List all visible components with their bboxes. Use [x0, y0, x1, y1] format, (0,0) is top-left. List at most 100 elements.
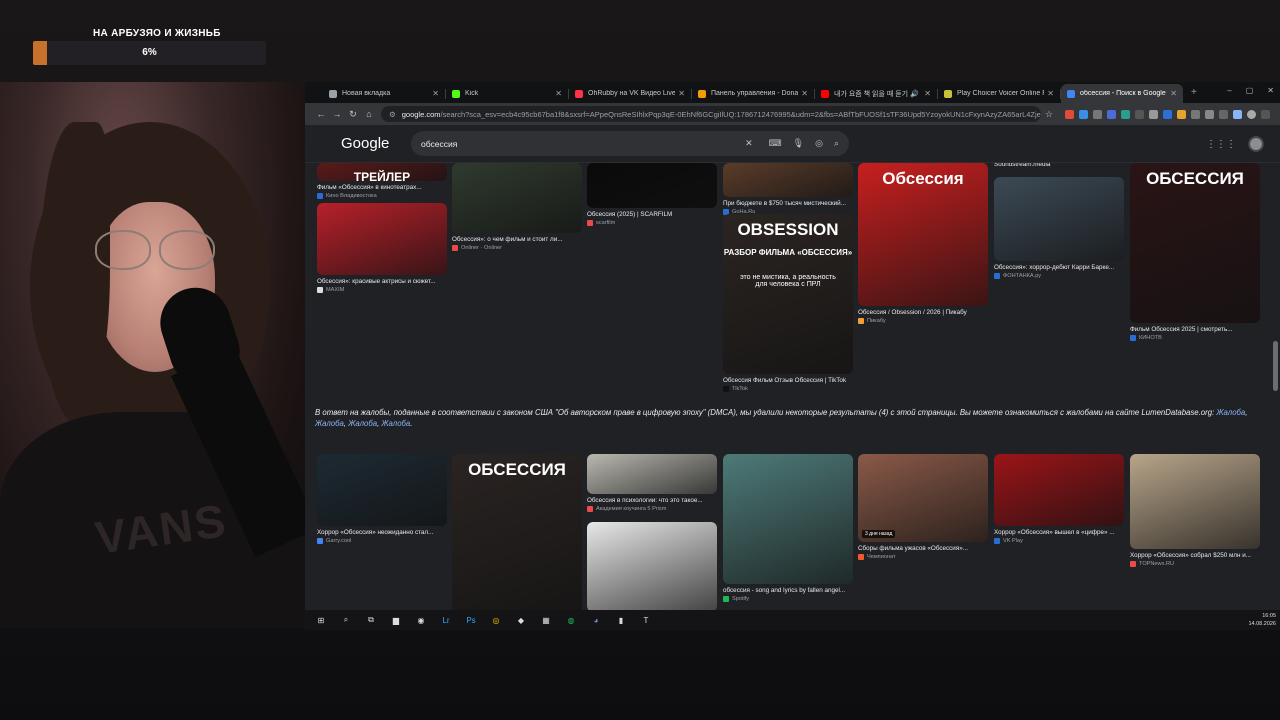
- profile-icon[interactable]: [1247, 109, 1256, 119]
- result-source[interactable]: Garry.cool: [317, 538, 447, 544]
- extension-icon[interactable]: [1163, 109, 1172, 119]
- address-bar[interactable]: ⚙ google.com/search?sca_esv=ecb4c95cb67b…: [381, 106, 1041, 122]
- result-thumbnail[interactable]: [587, 522, 717, 610]
- result-source[interactable]: TikTok: [723, 386, 853, 392]
- maximize-button[interactable]: ▢: [1246, 86, 1254, 95]
- close-tab-icon[interactable]: ✕: [432, 89, 439, 98]
- result-thumbnail[interactable]: [452, 163, 582, 233]
- result-thumbnail[interactable]: [994, 454, 1124, 526]
- mic-icon[interactable]: 🎙: [793, 138, 804, 149]
- site-info-icon[interactable]: ⚙: [389, 110, 396, 119]
- image-result-card[interactable]: 3 дня назад Сборы фильма ужасов «Обсессия…: [858, 454, 988, 560]
- browser-tab[interactable]: 내가 요즘 책 읽을 때 듣기 🔊 ✕: [815, 84, 937, 103]
- result-thumbnail[interactable]: ОБСЕССИЯ: [452, 454, 582, 610]
- result-thumbnail[interactable]: Обсессия: [858, 163, 988, 306]
- reload-icon[interactable]: ↻: [345, 109, 361, 120]
- extension-icon[interactable]: [1149, 109, 1158, 119]
- result-thumbnail[interactable]: ТРЕЙЛЕР: [317, 163, 447, 181]
- obs-icon[interactable]: ◉: [412, 611, 430, 629]
- image-result-card[interactable]: [587, 522, 717, 610]
- t-app-icon[interactable]: T: [637, 611, 655, 629]
- result-caption[interactable]: Обсессия»: красивые актрисы и сюжет...: [317, 278, 447, 285]
- result-caption[interactable]: Обсессия (2025) | SCARFILM: [587, 211, 717, 218]
- image-result-card[interactable]: Обсессия в психологии: что это такое... А…: [587, 454, 717, 512]
- result-source[interactable]: Пикабу: [858, 318, 988, 324]
- result-thumbnail[interactable]: 3 дня назад: [858, 454, 988, 542]
- extension-icon[interactable]: [1065, 109, 1074, 119]
- result-caption[interactable]: Фильм «Обсессия» в кинотеатрах...: [317, 184, 447, 191]
- search-icon[interactable]: ⌕: [834, 138, 839, 149]
- explorer-icon[interactable]: ▆: [387, 611, 405, 629]
- result-caption[interactable]: Хоррор «Обсессия» вышел в «цифре» ...: [994, 529, 1124, 536]
- chrome-icon[interactable]: ◎: [487, 611, 505, 629]
- close-tab-icon[interactable]: ✕: [678, 89, 685, 98]
- result-caption[interactable]: Фильм Обсессия 2025 | смотреть...: [1130, 326, 1260, 333]
- browser-tab[interactable]: Kick ✕: [446, 84, 568, 103]
- close-window-button[interactable]: ✕: [1267, 86, 1274, 95]
- result-caption[interactable]: обсессия - song and lyrics by fallen ang…: [723, 587, 853, 594]
- image-result-card[interactable]: обсессия - song and lyrics by fallen ang…: [723, 454, 853, 602]
- result-caption[interactable]: Обсессия / Obsession / 2026 | Пикабу: [858, 309, 988, 316]
- image-result-card[interactable]: Soundstream.media: [994, 163, 1124, 168]
- close-tab-icon[interactable]: ✕: [924, 89, 931, 98]
- result-caption[interactable]: Хоррор «Обсессия» неожиданно стал...: [317, 529, 447, 536]
- image-result-card[interactable]: Обсессия»: о чем фильм и стоит ли... Onli…: [452, 163, 582, 251]
- puzzle-icon[interactable]: [1205, 109, 1214, 119]
- extension-icon[interactable]: [1219, 109, 1228, 119]
- search-query[interactable]: обсессия: [421, 139, 734, 149]
- task-view-icon[interactable]: ⧉: [362, 611, 380, 629]
- image-result-card[interactable]: Обсессия»: хоррор-дебют Карри Барке... ФО…: [994, 177, 1124, 279]
- result-caption[interactable]: Обсессия в психологии: что это такое...: [587, 497, 717, 504]
- result-thumbnail[interactable]: [723, 454, 853, 584]
- stats-icon[interactable]: ▮: [612, 611, 630, 629]
- page-scrollbar[interactable]: [1272, 163, 1279, 610]
- menu-kebab-icon[interactable]: [1261, 109, 1270, 119]
- result-thumbnail[interactable]: [317, 454, 447, 526]
- keyboard-icon[interactable]: ⌨: [769, 138, 782, 149]
- windows-icon[interactable]: ⊞: [312, 611, 330, 629]
- extension-icon[interactable]: [1079, 109, 1088, 119]
- extension-icon[interactable]: [1121, 109, 1130, 119]
- lightroom-icon[interactable]: Lr: [437, 611, 455, 629]
- result-source[interactable]: ФОНТАНКА.ру: [994, 273, 1124, 279]
- image-result-card[interactable]: Хоррор «Обсессия» вышел в «цифре» ... VK …: [994, 454, 1124, 544]
- new-tab-button[interactable]: +: [1183, 87, 1205, 98]
- dmca-link[interactable]: Жалоба: [348, 419, 377, 428]
- result-thumbnail[interactable]: [587, 454, 717, 494]
- result-caption[interactable]: Хоррор «Обсессия» собрал $250 млн и...: [1130, 552, 1260, 559]
- extension-icon[interactable]: [1177, 109, 1186, 119]
- extension-icon[interactable]: [1107, 109, 1116, 119]
- result-thumbnail[interactable]: [317, 203, 447, 275]
- result-caption[interactable]: Обсессия»: о чем фильм и стоит ли...: [452, 236, 582, 243]
- result-source[interactable]: Кино Владивостока: [317, 193, 447, 199]
- result-thumbnail[interactable]: [1130, 454, 1260, 549]
- result-source[interactable]: VK Play: [994, 538, 1124, 544]
- browser-tab[interactable]: OhRubby на VK Видео Live – с✕: [569, 84, 691, 103]
- close-tab-icon[interactable]: ✕: [1170, 89, 1177, 98]
- grid-app-icon[interactable]: ▦: [537, 611, 555, 629]
- dmca-link[interactable]: Жалоба: [315, 419, 344, 428]
- result-source[interactable]: MAXIM: [317, 287, 447, 293]
- lens-icon[interactable]: ◎: [815, 138, 823, 149]
- image-result-card[interactable]: ОБСЕССИЯ Фильм Обсессия 2025 | смотреть..…: [1130, 163, 1260, 341]
- result-thumbnail[interactable]: OBSESSION РАЗБОР ФИЛЬМА «ОБСЕССИЯ» это не …: [723, 214, 853, 374]
- image-result-card[interactable]: Хоррор «Обсессия» собрал $250 млн и... TO…: [1130, 454, 1260, 567]
- system-clock[interactable]: 16:05 14.08.2026: [1248, 612, 1276, 628]
- result-source[interactable]: КИНОТВ: [1130, 335, 1260, 341]
- clear-icon[interactable]: ✕: [745, 138, 753, 149]
- dmca-link[interactable]: Жалоба: [381, 419, 410, 428]
- close-tab-icon[interactable]: ✕: [555, 89, 562, 98]
- dmca-link[interactable]: Жалоба: [1216, 408, 1245, 417]
- result-caption[interactable]: Обсессия Фильм Отзыв Обсессия | TikTok: [723, 377, 853, 384]
- image-result-card[interactable]: OBSESSION РАЗБОР ФИЛЬМА «ОБСЕССИЯ» это не …: [723, 214, 853, 392]
- extension-icon[interactable]: [1233, 109, 1242, 119]
- account-avatar[interactable]: [1248, 136, 1264, 152]
- image-result-card[interactable]: При бюджете в $750 тысяч мистический... G…: [723, 163, 853, 215]
- back-icon[interactable]: ←: [313, 109, 329, 119]
- discord-icon[interactable]: ◕: [587, 611, 605, 629]
- image-result-card[interactable]: Обсессия Обсессия / Obsession / 2026 | Пи…: [858, 163, 988, 324]
- image-result-card[interactable]: Обсессия (2025) | SCARFILM scarfilm: [587, 163, 717, 226]
- browser-tab[interactable]: Панель управления - Donatio ✕: [692, 84, 814, 103]
- forward-icon[interactable]: →: [329, 109, 345, 119]
- image-result-card[interactable]: ОБСЕССИЯ: [452, 454, 582, 610]
